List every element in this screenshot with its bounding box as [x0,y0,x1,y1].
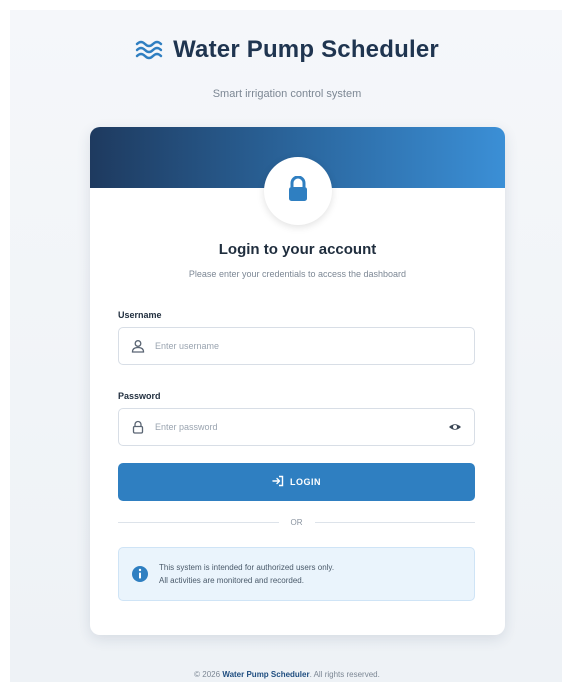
app-title: Water Pump Scheduler [173,36,439,63]
sign-in-icon [272,475,284,489]
footer-brand-link[interactable]: Water Pump Scheduler [222,670,309,679]
username-label: Username [118,310,162,320]
brand-header: Water Pump Scheduler [0,36,574,64]
password-field[interactable] [118,408,475,446]
water-waves-icon [135,39,165,61]
username-input[interactable] [155,341,462,351]
lock-icon [287,175,309,207]
eye-icon[interactable] [448,420,462,434]
notice-line-2: All activities are monitored and recorde… [159,576,304,585]
password-label: Password [118,391,161,401]
security-notice: This system is intended for authorized u… [118,547,475,601]
divider-line-left [118,521,279,523]
lock-small-icon [131,420,145,434]
user-icon [131,339,145,353]
login-button[interactable]: LOGIN [118,463,475,501]
login-button-label: LOGIN [290,477,321,487]
divider-line-right [314,521,475,523]
login-card: Login to your account Please enter your … [90,127,505,635]
info-icon [131,565,149,583]
app-subtitle: Smart irrigation control system [212,88,362,100]
notice-line-1: This system is intended for authorized u… [159,563,335,572]
login-title: Login to your account [218,241,377,258]
notice-text: This system is intended for authorized u… [159,561,334,587]
login-subtitle: Please enter your credentials to access … [188,269,407,279]
or-divider: OR [118,516,475,528]
footer-suffix: . All rights reserved. [309,670,380,679]
divider-text: OR [290,517,303,527]
lock-badge [264,157,332,225]
password-input[interactable] [155,422,448,432]
username-field[interactable] [118,327,475,365]
footer: © 2026 Water Pump Scheduler. All rights … [0,670,574,679]
footer-prefix: © 2026 [194,670,221,679]
